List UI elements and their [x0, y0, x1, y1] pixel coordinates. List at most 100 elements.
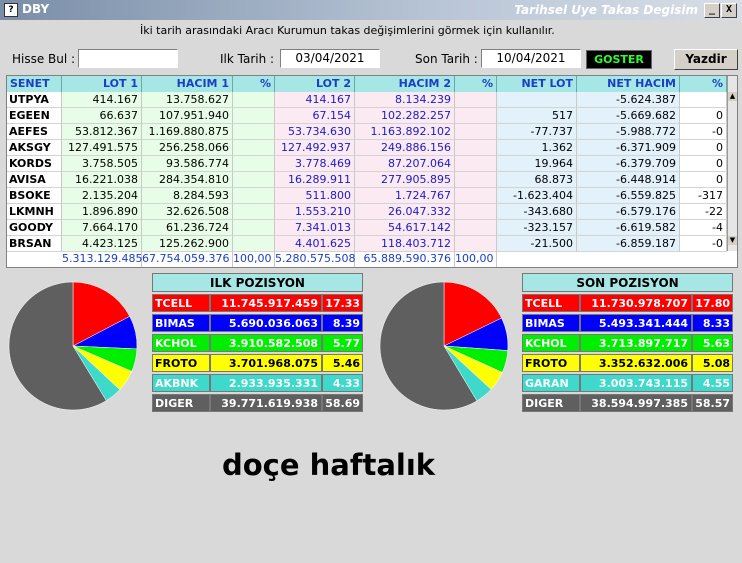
cell-lot1: 53.812.367 [62, 124, 142, 140]
cell-pct-empty [233, 108, 275, 124]
position-row: KCHOL 3.910.582.508 5.77 [152, 334, 363, 352]
cell-netlot: -21.500 [497, 236, 577, 252]
position-percent: 58.69 [322, 394, 363, 412]
son-pozisyon-pie-chart [379, 281, 509, 411]
cell-hacim2: 102.282.257 [355, 108, 455, 124]
col-header-lot2[interactable]: LOT 2 [275, 76, 355, 92]
position-value: 5.493.341.444 [580, 314, 692, 332]
cell-lot2: 67.154 [275, 108, 355, 124]
position-value: 38.594.997.385 [580, 394, 692, 412]
position-row: TCELL 11.730.978.707 17.80 [522, 294, 733, 312]
close-button[interactable]: X [721, 3, 737, 18]
position-symbol: BIMAS [522, 314, 580, 332]
position-row: TCELL 11.745.917.459 17.33 [152, 294, 363, 312]
cell-netlot: -77.737 [497, 124, 577, 140]
cell-pct-empty [455, 140, 497, 156]
col-header-nethacim[interactable]: NET HACIM [577, 76, 680, 92]
cell-hacim2: 54.617.142 [355, 220, 455, 236]
cell-nethacim: -6.371.909 [577, 140, 680, 156]
cell-hacim1: 256.258.066 [142, 140, 233, 156]
total-lot1: 5.313.129.485 [62, 251, 143, 267]
scroll-up-icon[interactable]: ▲ [728, 92, 737, 101]
cell-pct: 0 [680, 108, 727, 124]
cell-senet: BRSAN [7, 236, 62, 252]
col-header-senet[interactable]: SENET [7, 76, 62, 92]
cell-lot2: 7.341.013 [275, 220, 355, 236]
position-value: 5.690.036.063 [210, 314, 322, 332]
cell-hacim1: 32.626.508 [142, 204, 233, 220]
cell-pct-empty [233, 236, 275, 252]
cell-lot1: 4.423.125 [62, 236, 142, 252]
position-percent: 17.33 [322, 294, 363, 312]
grid-scrollbar[interactable]: ▲ ▼ [727, 76, 737, 251]
search-input[interactable] [78, 49, 178, 68]
cell-hacim1: 61.236.724 [142, 220, 233, 236]
total-lot2: 5.280.575.508 [275, 251, 356, 267]
col-header-netlot[interactable]: NET LOT [497, 76, 577, 92]
scroll-down-icon[interactable]: ▼ [728, 236, 737, 245]
position-value: 3.701.968.075 [210, 354, 322, 372]
col-header-hacim2[interactable]: HACIM 2 [355, 76, 455, 92]
cell-netlot: 68.873 [497, 172, 577, 188]
position-symbol: KCHOL [152, 334, 210, 352]
cell-lot1: 1.896.890 [62, 204, 142, 220]
position-symbol: TCELL [522, 294, 580, 312]
position-percent: 5.77 [322, 334, 363, 352]
col-header-pct2[interactable]: % [455, 76, 497, 92]
cell-hacim2: 249.886.156 [355, 140, 455, 156]
cell-pct-empty [233, 172, 275, 188]
cell-netlot: -343.680 [497, 204, 577, 220]
cell-netlot: -323.157 [497, 220, 577, 236]
cell-hacim1: 8.284.593 [142, 188, 233, 204]
cell-hacim1: 93.586.774 [142, 156, 233, 172]
total-hacim2: 65.889.590.376 [355, 251, 455, 267]
cell-pct-empty [455, 92, 497, 108]
position-row: FROTO 3.352.632.006 5.08 [522, 354, 733, 372]
position-row: FROTO 3.701.968.075 5.46 [152, 354, 363, 372]
position-value: 39.771.619.938 [210, 394, 322, 412]
cell-pct: -317 [680, 188, 727, 204]
position-percent: 5.63 [692, 334, 733, 352]
col-header-hacim1[interactable]: HACIM 1 [142, 76, 233, 92]
position-symbol: AKBNK [152, 374, 210, 392]
position-value: 3.713.897.717 [580, 334, 692, 352]
cell-pct-empty [233, 140, 275, 156]
cell-pct: -0 [680, 124, 727, 140]
position-symbol: BIMAS [152, 314, 210, 332]
col-header-pct1[interactable]: % [233, 76, 275, 92]
cell-pct-empty [455, 124, 497, 140]
cell-pct-empty [455, 204, 497, 220]
cell-lot1: 3.758.505 [62, 156, 142, 172]
col-header-lot1[interactable]: LOT 1 [62, 76, 142, 92]
minimize-button[interactable]: _ [704, 3, 720, 18]
cell-nethacim: -6.559.825 [577, 188, 680, 204]
cell-lot2: 127.492.937 [275, 140, 355, 156]
app-icon[interactable]: ? [4, 3, 18, 17]
cell-netlot: 19.964 [497, 156, 577, 172]
cell-hacim2: 26.047.332 [355, 204, 455, 220]
cell-senet: UTPYA [7, 92, 62, 108]
total-hacim1: 67.754.059.376 [142, 251, 233, 267]
son-pozisyon-panel: SON POZISYON TCELL 11.730.978.707 17.80 BIM… [522, 273, 733, 413]
cell-hacim2: 87.207.064 [355, 156, 455, 172]
cell-pct-empty [455, 220, 497, 236]
cell-pct: 0 [680, 172, 727, 188]
show-button[interactable]: GOSTER [586, 50, 652, 69]
print-button[interactable]: Yazdir [674, 49, 738, 70]
cell-senet: KORDS [7, 156, 62, 172]
start-date-field[interactable]: 03/04/2021 [280, 49, 380, 68]
position-symbol: DIGER [522, 394, 580, 412]
position-percent: 17.80 [692, 294, 733, 312]
cell-lot2: 511.800 [275, 188, 355, 204]
position-value: 11.745.917.459 [210, 294, 322, 312]
end-date-field[interactable]: 10/04/2021 [481, 49, 581, 68]
col-header-pct3[interactable]: % [680, 76, 727, 92]
cell-netlot: 517 [497, 108, 577, 124]
cell-pct-empty [233, 124, 275, 140]
position-row: GARAN 3.003.743.115 4.55 [522, 374, 733, 392]
cell-pct [680, 92, 727, 108]
total-pct2: 100,00 [455, 251, 497, 267]
title-bar: ? DBY Tarihsel Uye Takas Degisim _ X [0, 0, 742, 20]
cell-netlot: 1.362 [497, 140, 577, 156]
cell-lot2: 414.167 [275, 92, 355, 108]
